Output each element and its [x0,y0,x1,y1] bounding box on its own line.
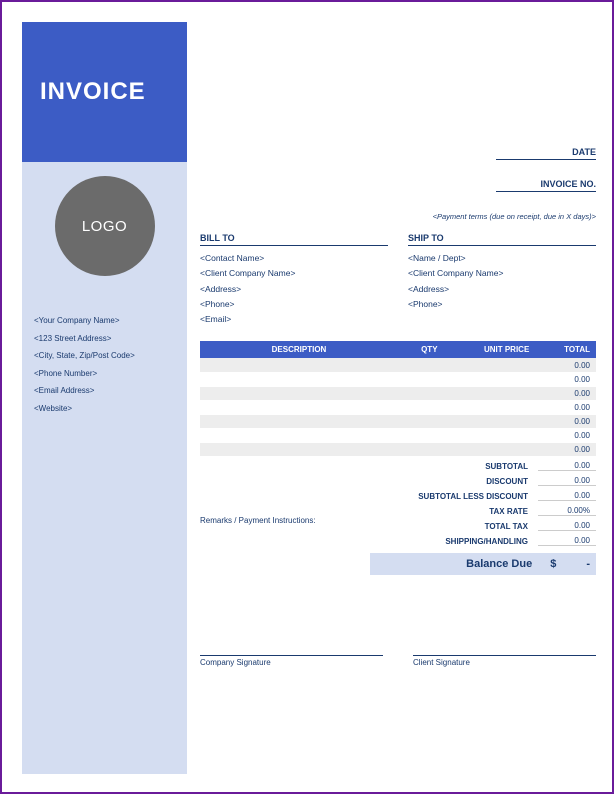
cell-desc [200,414,398,428]
cell-qty [398,358,444,372]
cell-total: 0.00 [535,386,596,400]
summary-value: 0.00 [538,521,596,531]
cell-desc [200,358,398,372]
cell-unit [444,358,536,372]
summary-row: SHIPPING/HANDLING0.00 [370,534,596,549]
cell-total: 0.00 [535,400,596,414]
signature-row: Company Signature Client Signature [200,655,596,667]
company-city: <City, State, Zip/Post Code> [34,347,175,365]
bill-to-address: <Address> [200,282,388,297]
summary-label: TAX RATE [370,507,538,516]
summary-row: SUBTOTAL0.00 [370,459,596,474]
cell-total: 0.00 [535,442,596,456]
cell-desc [200,372,398,386]
bill-to-company: <Client Company Name> [200,266,388,281]
ship-to-company: <Client Company Name> [408,266,596,281]
remarks-label: Remarks / Payment Instructions: [200,516,316,525]
bill-to-heading: BILL TO [200,233,388,246]
summary-label: SHIPPING/HANDLING [370,537,538,546]
summary-value: 0.00 [538,536,596,546]
col-qty: QTY [398,341,444,358]
summary-label: TOTAL TAX [370,522,538,531]
balance-value: - [586,558,590,570]
invoice-header: INVOICE [22,22,187,162]
summary-value: 0.00 [538,476,596,486]
bill-to-column: BILL TO <Contact Name> <Client Company N… [200,233,388,327]
sidebar: INVOICE LOGO <Your Company Name> <123 St… [22,22,187,774]
balance-currency: $ [550,558,586,570]
sidebar-body: LOGO <Your Company Name> <123 Street Add… [22,162,187,774]
cell-desc [200,442,398,456]
ship-to-column: SHIP TO <Name / Dept> <Client Company Na… [408,233,596,327]
col-unit-price: UNIT PRICE [444,341,536,358]
invoice-title: INVOICE [40,78,146,106]
balance-due-label: Balance Due [376,558,550,570]
summary-block: SUBTOTAL0.00DISCOUNT0.00SUBTOTAL LESS DI… [370,459,596,575]
bill-to-contact: <Contact Name> [200,251,388,266]
line-items-table: DESCRIPTION QTY UNIT PRICE TOTAL 0.000.0… [200,341,596,457]
cell-desc [200,386,398,400]
company-website: <Website> [34,400,175,418]
cell-qty [398,442,444,456]
company-email: <Email Address> [34,382,175,400]
cell-qty [398,414,444,428]
cell-total: 0.00 [535,358,596,372]
bill-to-email: <Email> [200,312,388,327]
summary-value: 0.00% [538,506,596,516]
ship-to-phone: <Phone> [408,297,596,312]
cell-unit [444,400,536,414]
col-description: DESCRIPTION [200,341,398,358]
summary-value: 0.00 [538,461,596,471]
ship-to-address: <Address> [408,282,596,297]
table-row: 0.00 [200,400,596,414]
company-name: <Your Company Name> [34,312,175,330]
date-label: DATE [496,147,596,160]
table-row: 0.00 [200,386,596,400]
cell-total: 0.00 [535,428,596,442]
client-signature: Client Signature [413,655,596,667]
company-address: <123 Street Address> [34,330,175,348]
summary-row: TAX RATE0.00% [370,504,596,519]
table-row: 0.00 [200,442,596,456]
table-row: 0.00 [200,414,596,428]
company-info: <Your Company Name> <123 Street Address>… [34,312,175,418]
cell-desc [200,428,398,442]
summary-row: DISCOUNT0.00 [370,474,596,489]
cell-unit [444,372,536,386]
summary-row: TOTAL TAX0.00 [370,519,596,534]
summary-label: SUBTOTAL [370,462,538,471]
balance-due-row: Balance Due $ - [370,553,596,575]
summary-value: 0.00 [538,491,596,501]
bill-to-phone: <Phone> [200,297,388,312]
meta-block: DATE INVOICE NO. [200,142,596,206]
cell-unit [444,414,536,428]
col-total: TOTAL [535,341,596,358]
cell-desc [200,400,398,414]
company-phone: <Phone Number> [34,365,175,383]
ship-to-heading: SHIP TO [408,233,596,246]
summary-row: SUBTOTAL LESS DISCOUNT0.00 [370,489,596,504]
cell-total: 0.00 [535,372,596,386]
cell-unit [444,386,536,400]
table-row: 0.00 [200,428,596,442]
summary-label: SUBTOTAL LESS DISCOUNT [370,492,538,501]
payment-terms: <Payment terms (due on receipt, due in X… [200,212,596,221]
cell-unit [444,428,536,442]
table-row: 0.00 [200,358,596,372]
cell-qty [398,428,444,442]
cell-unit [444,442,536,456]
cell-total: 0.00 [535,414,596,428]
invoice-no-label: INVOICE NO. [496,179,596,192]
logo-placeholder: LOGO [55,176,155,276]
cell-qty [398,386,444,400]
cell-qty [398,372,444,386]
table-row: 0.00 [200,372,596,386]
main-content: DATE INVOICE NO. <Payment terms (due on … [200,22,596,774]
ship-to-name: <Name / Dept> [408,251,596,266]
address-row: BILL TO <Contact Name> <Client Company N… [200,233,596,327]
cell-qty [398,400,444,414]
summary-label: DISCOUNT [370,477,538,486]
company-signature: Company Signature [200,655,383,667]
